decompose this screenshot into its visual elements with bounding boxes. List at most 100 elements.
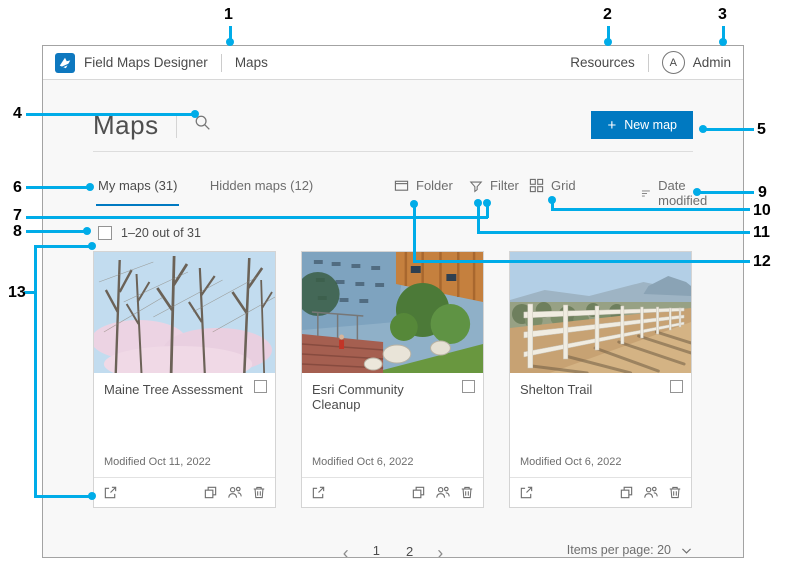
card-title[interactable]: Maine Tree Assessment (104, 382, 265, 397)
share-group-button[interactable] (227, 485, 243, 500)
callout-label-7: 7 (13, 208, 22, 224)
title-divider (176, 113, 177, 138)
card-title[interactable]: Shelton Trail (520, 382, 681, 397)
callout-label-13: 13 (8, 285, 26, 301)
trash-icon (460, 485, 474, 500)
map-card: Shelton Trail Modified Oct 6, 2022 (509, 251, 692, 508)
delete-button[interactable] (460, 485, 474, 500)
callout-dot (699, 125, 707, 133)
open-map-button[interactable] (311, 485, 326, 500)
callout-dot (483, 199, 491, 207)
duplicate-icon (619, 485, 634, 500)
callout-dot (226, 38, 234, 46)
callout-line (26, 230, 84, 233)
prev-page-button[interactable]: ‹ (339, 544, 353, 558)
items-per-page-select[interactable]: Items per page: 20 (567, 543, 693, 557)
map-thumbnail-trees[interactable] (94, 252, 275, 373)
callout-line (706, 128, 754, 131)
callout-line (413, 260, 750, 263)
callout-dot (548, 196, 556, 204)
share-group-button[interactable] (435, 485, 451, 500)
duplicate-icon (411, 485, 426, 500)
callout-dot (86, 183, 94, 191)
callout-label-10: 10 (753, 203, 771, 219)
page-2-button[interactable]: 2 (400, 542, 419, 558)
duplicate-button[interactable] (203, 485, 218, 500)
grid-view-button[interactable]: Grid (529, 178, 576, 193)
screenshot: Field Maps Designer Maps Resources A Adm… (0, 0, 804, 562)
username-menu[interactable]: Admin (693, 55, 731, 70)
callout-line (551, 208, 750, 211)
callout-label-11: 11 (753, 225, 770, 241)
map-card: Esri Community Cleanup Modified Oct 6, 2… (301, 251, 484, 508)
callout-dot (604, 38, 612, 46)
card-title[interactable]: Esri Community Cleanup (312, 382, 473, 412)
app-header: Field Maps Designer Maps Resources A Adm… (43, 46, 743, 80)
callout-line (34, 245, 90, 248)
map-thumbnail-building[interactable] (302, 252, 483, 373)
card-modified: Modified Oct 11, 2022 (104, 456, 265, 477)
callout-label-6: 6 (13, 180, 22, 196)
group-people-icon (643, 485, 659, 500)
callout-dot (693, 188, 701, 196)
open-map-button[interactable] (103, 485, 118, 500)
open-in-new-icon (311, 485, 326, 500)
filter-label: Filter (490, 178, 519, 193)
group-people-icon (227, 485, 243, 500)
filter-button[interactable]: Filter (469, 178, 519, 193)
select-all-checkbox[interactable] (98, 226, 112, 240)
items-per-page-label: Items per page: 20 (567, 543, 671, 557)
grid-icon (529, 178, 544, 193)
resources-link[interactable]: Resources (570, 55, 635, 70)
new-map-button[interactable]: + New map (591, 111, 693, 139)
callout-dot (474, 199, 482, 207)
map-thumbnail-trail[interactable] (510, 252, 691, 373)
open-in-new-icon (519, 485, 534, 500)
folder-button[interactable]: Folder (394, 178, 453, 193)
callout-label-2: 2 (603, 7, 612, 23)
duplicate-button[interactable] (411, 485, 426, 500)
callout-line (700, 191, 754, 194)
card-checkbox[interactable] (254, 380, 267, 393)
chevron-down-icon (680, 544, 693, 557)
grid-label: Grid (551, 178, 576, 193)
next-page-button[interactable]: › (433, 544, 447, 558)
page-1-button[interactable]: 1 (367, 541, 386, 558)
duplicate-icon (203, 485, 218, 500)
callout-dot (410, 200, 418, 208)
breadcrumb-maps[interactable]: Maps (235, 55, 268, 70)
open-map-button[interactable] (519, 485, 534, 500)
callout-line (477, 205, 480, 234)
folder-icon (394, 178, 409, 193)
filter-icon (469, 179, 483, 193)
open-in-new-icon (103, 485, 118, 500)
callout-line (26, 113, 192, 116)
header-divider (221, 54, 222, 72)
callout-label-9: 9 (758, 185, 767, 201)
callout-line (413, 206, 416, 263)
callout-line (26, 186, 88, 189)
header-divider (648, 54, 649, 72)
map-card: Maine Tree Assessment Modified Oct 11, 2… (93, 251, 276, 508)
delete-button[interactable] (668, 485, 682, 500)
app-window: Field Maps Designer Maps Resources A Adm… (42, 45, 744, 558)
card-checkbox[interactable] (670, 380, 683, 393)
callout-dot (191, 110, 199, 118)
sort-icon (641, 186, 651, 201)
app-title: Field Maps Designer (84, 55, 208, 70)
card-checkbox[interactable] (462, 380, 475, 393)
delete-button[interactable] (252, 485, 266, 500)
callout-dot (88, 242, 96, 250)
share-group-button[interactable] (643, 485, 659, 500)
new-map-label: New map (624, 118, 677, 132)
card-modified: Modified Oct 6, 2022 (312, 456, 473, 477)
tab-hidden-maps[interactable]: Hidden maps (12) (208, 178, 315, 204)
esri-logo-icon[interactable] (55, 53, 75, 73)
avatar[interactable]: A (662, 51, 685, 74)
callout-line (26, 216, 488, 219)
callout-label-5: 5 (757, 122, 766, 138)
tab-my-maps[interactable]: My maps (31) (96, 178, 179, 206)
callout-label-1: 1 (224, 7, 233, 23)
duplicate-button[interactable] (619, 485, 634, 500)
callout-dot (719, 38, 727, 46)
